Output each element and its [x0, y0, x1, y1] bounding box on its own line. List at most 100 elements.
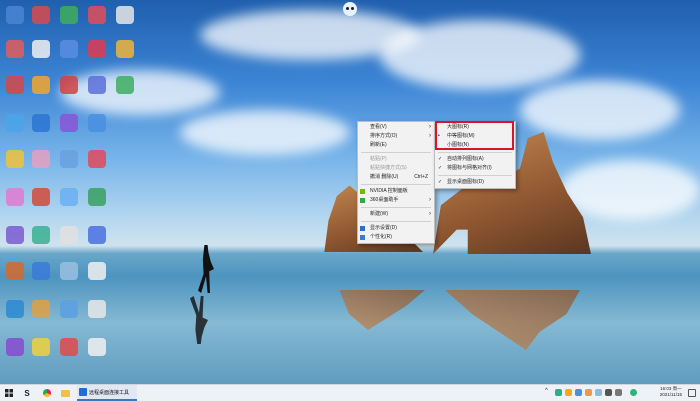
menu-item-label: 粘贴(P) [370, 156, 387, 162]
desktop-icon[interactable] [88, 6, 106, 24]
menu-item-11[interactable]: 新建(W) › [358, 210, 434, 219]
menu-item-360[interactable]: 360桌面助手 › [358, 196, 434, 205]
desktop-icon[interactable] [32, 262, 50, 280]
desktop-icon[interactable] [32, 6, 50, 24]
desktop-icon[interactable] [6, 262, 24, 280]
browser-button[interactable] [40, 385, 54, 401]
desktop-icon[interactable] [60, 6, 78, 24]
volume-icon[interactable] [615, 389, 622, 396]
desktop-icon[interactable] [88, 262, 106, 280]
desktop-icon[interactable] [88, 114, 106, 132]
menu-item-label: 360桌面助手 [370, 197, 399, 203]
menu-item-label: 自动排列图标(A) [447, 156, 484, 162]
menu-item-label: 将图标与网格对齐(I) [447, 165, 492, 171]
cloud [60, 70, 220, 115]
desktop-context-menu: 查看(V) › 排序方式(O) › 刷新(E) 粘贴(P) 粘贴快捷方式(S) 撤消 删除(U… [357, 121, 435, 244]
menu-item-7[interactable]: ✓ 显示桌面图标(D) [435, 178, 515, 187]
desktop-icon[interactable] [60, 188, 78, 206]
desktop-icon[interactable] [88, 150, 106, 168]
network-icon[interactable] [605, 389, 612, 396]
menu-item-1[interactable]: 排序方式(O) › [358, 132, 434, 141]
nvidia-icon [360, 189, 365, 194]
input-method-icon[interactable] [630, 389, 637, 396]
desktop-icon[interactable] [116, 40, 134, 58]
start-button[interactable] [2, 385, 16, 401]
menu-separator [361, 152, 431, 153]
desktop-icon[interactable] [6, 226, 24, 244]
desktop-icon[interactable] [60, 40, 78, 58]
desktop-icon[interactable] [6, 338, 24, 356]
desktop-icon[interactable] [6, 188, 24, 206]
tray-overflow-icon[interactable]: ^ [545, 388, 548, 394]
tray-app-icon[interactable] [585, 389, 592, 396]
desktop-icon[interactable] [32, 40, 50, 58]
desktop-icon[interactable] [88, 76, 106, 94]
desktop-icon[interactable] [6, 6, 24, 24]
desktop-icon[interactable] [60, 226, 78, 244]
check-icon: ✓ [438, 165, 443, 171]
menu-item-label: 个性化(R) [370, 234, 392, 240]
folder-icon [60, 389, 70, 397]
tray-app-icon[interactable] [565, 389, 572, 396]
cloud [380, 20, 580, 90]
menu-separator [438, 152, 512, 153]
tray-app-icon[interactable] [595, 389, 602, 396]
tray-app-icon[interactable] [555, 389, 562, 396]
runner-reflection [190, 296, 208, 344]
desktop-icon[interactable] [32, 76, 50, 94]
desktop-icon[interactable] [32, 114, 50, 132]
rock-reflection [339, 290, 425, 330]
check-icon: ✓ [438, 156, 443, 162]
desktop-icon[interactable] [32, 338, 50, 356]
cloud [560, 160, 700, 220]
desktop-icon[interactable] [88, 40, 106, 58]
desktop-icon[interactable] [60, 114, 78, 132]
desktop-icon[interactable] [88, 300, 106, 318]
desktop-icon[interactable] [60, 150, 78, 168]
desktop-icon[interactable] [6, 150, 24, 168]
desktop-icon[interactable] [60, 76, 78, 94]
desktop-widget-icon[interactable] [343, 2, 357, 16]
menu-item-13[interactable]: 显示设置(D) [358, 224, 434, 233]
desktop-icon[interactable] [32, 150, 50, 168]
browser-icon [43, 389, 51, 397]
menu-item-label: 粘贴快捷方式(S) [370, 165, 407, 171]
desktop-icon[interactable] [6, 114, 24, 132]
menu-item-6[interactable]: 撤消 删除(U) Ctrl+Z [358, 173, 434, 182]
chevron-right-icon: › [429, 197, 431, 203]
menu-item-2[interactable]: 刷新(E) [358, 141, 434, 150]
desktop-icon[interactable] [116, 6, 134, 24]
desktop-icon[interactable] [6, 40, 24, 58]
chevron-right-icon: › [429, 124, 431, 130]
desktop-wallpaper[interactable] [0, 0, 700, 384]
desktop-icon[interactable] [6, 76, 24, 94]
desktop-icon[interactable] [88, 338, 106, 356]
menu-item-14[interactable]: 个性化(R) [358, 233, 434, 242]
file-explorer-button[interactable] [58, 385, 72, 401]
360-icon [360, 198, 365, 203]
desktop-icon[interactable] [32, 300, 50, 318]
menu-item-5[interactable]: ✓ 将图标与网格对齐(I) [435, 164, 515, 173]
desktop-icon[interactable] [116, 76, 134, 94]
cloud [520, 80, 680, 140]
clock[interactable]: 16:03 周一 2021/11/15 [660, 386, 682, 398]
menu-item-nvidia[interactable]: NVIDIA 控制面板 [358, 187, 434, 196]
desktop-icon[interactable] [60, 300, 78, 318]
chevron-right-icon: › [429, 133, 431, 139]
menu-item-4[interactable]: ✓ 自动排列图标(A) [435, 155, 515, 164]
desktop-icon[interactable] [88, 226, 106, 244]
desktop-icon[interactable] [60, 262, 78, 280]
chevron-right-icon: › [429, 211, 431, 217]
taskbar-app-remote-desktop[interactable]: 远程桌面连接工具 [77, 385, 137, 401]
tray-app-icon[interactable] [575, 389, 582, 396]
desktop-icon[interactable] [6, 300, 24, 318]
menu-item-label: NVIDIA 控制面板 [370, 188, 408, 194]
desktop-icon[interactable] [32, 226, 50, 244]
menu-item-0[interactable]: 查看(V) › [358, 123, 434, 132]
notification-icon[interactable] [688, 389, 696, 397]
menu-item-4: 粘贴(P) [358, 155, 434, 164]
search-app-button[interactable]: S [20, 385, 34, 401]
desktop-icon[interactable] [32, 188, 50, 206]
desktop-icon[interactable] [60, 338, 78, 356]
desktop-icon[interactable] [88, 188, 106, 206]
